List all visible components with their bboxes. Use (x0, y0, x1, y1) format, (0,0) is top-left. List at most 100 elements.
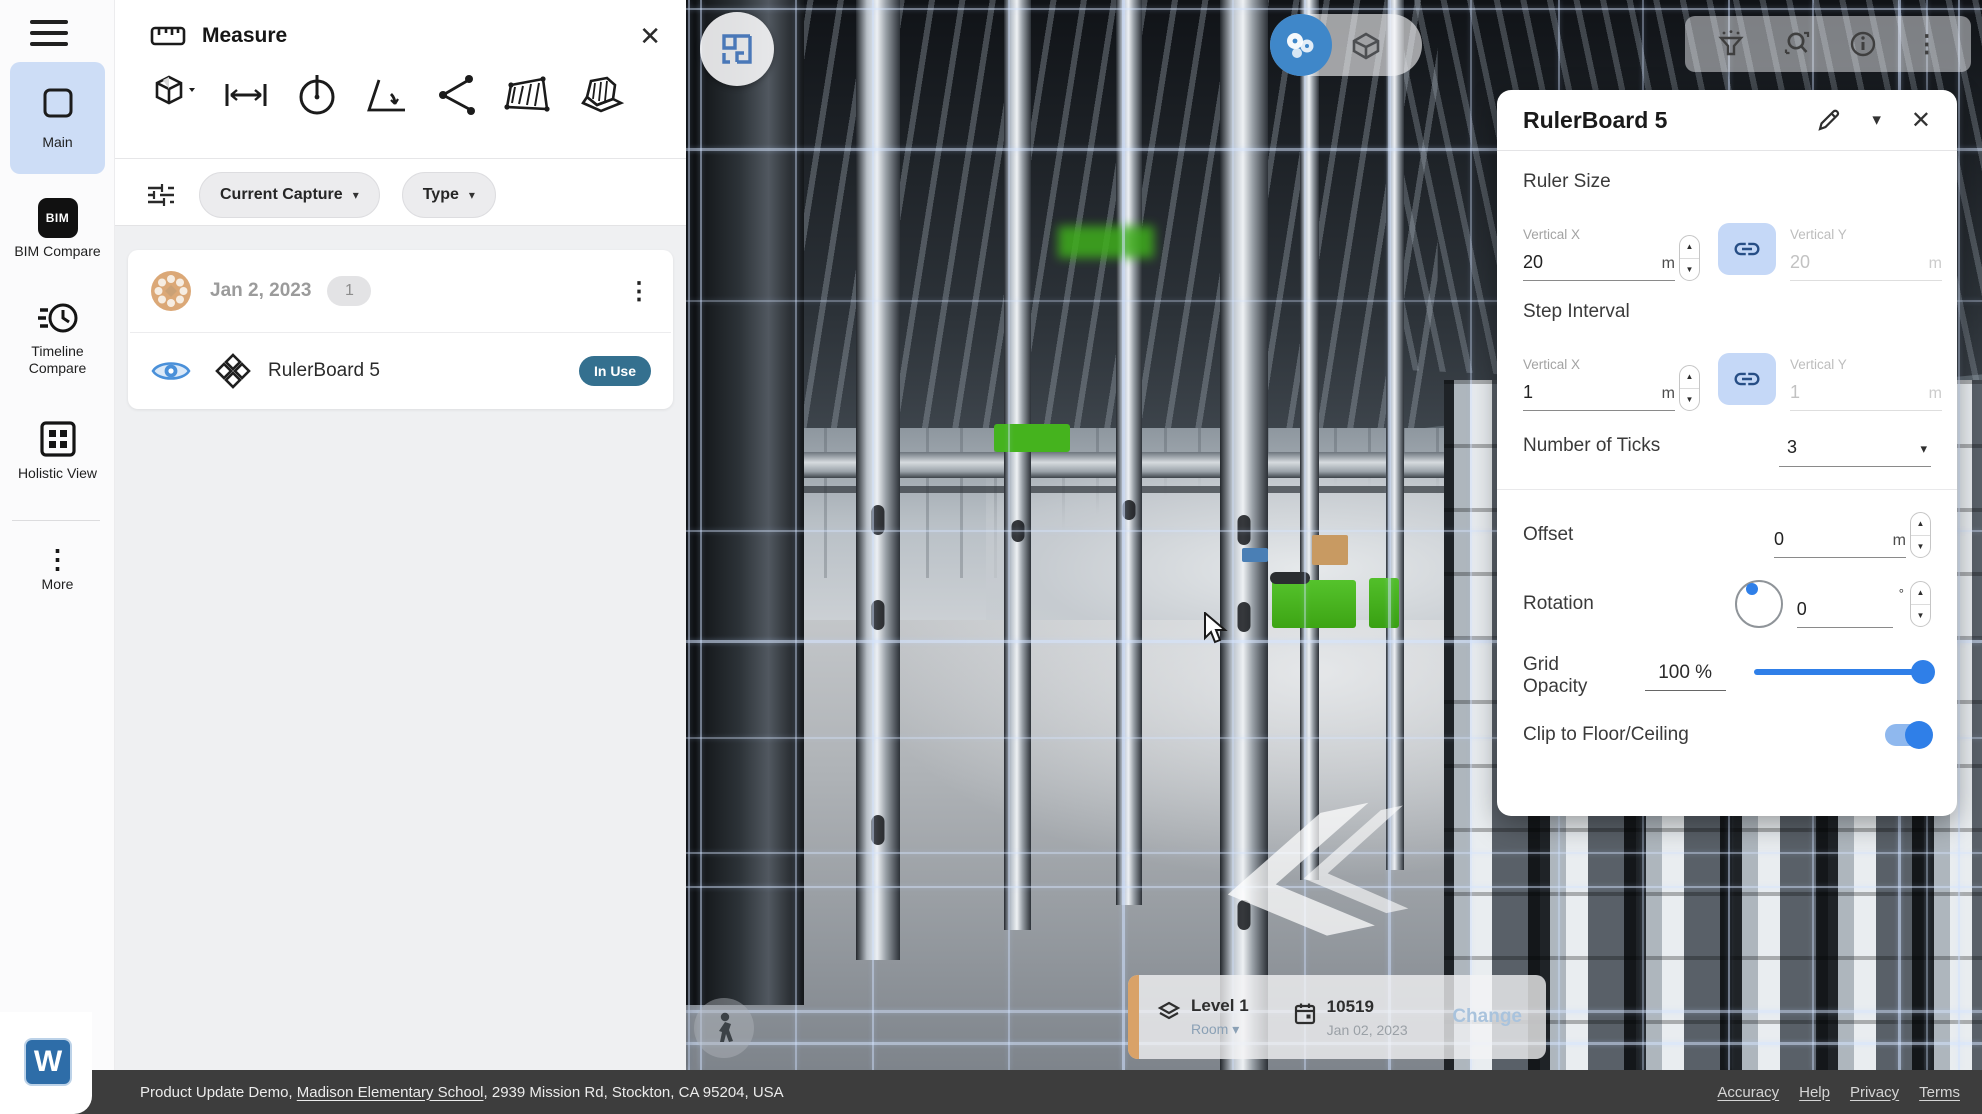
distance-tool-button[interactable] (223, 78, 269, 112)
viewer-360[interactable]: ⋮ Level 1 Room ▾ (686, 0, 1982, 1070)
step-interval-x-input[interactable]: 1 (1523, 382, 1533, 403)
left-nav-sidebar: Main BIM BIM Compare Timeline Compare Ho… (0, 0, 115, 1070)
capture-id[interactable]: 10519 (1327, 997, 1408, 1017)
measurement-count-badge: 1 (327, 276, 371, 306)
privacy-link[interactable]: Privacy (1850, 1084, 1899, 1101)
change-capture-button[interactable]: Change (1452, 1006, 1522, 1028)
search-icon (1782, 29, 1812, 59)
level-name[interactable]: Level 1 (1191, 996, 1249, 1016)
step-interval-x-field[interactable]: Vertical X 1 m (1523, 357, 1675, 411)
chevron-down-icon: ▾ (1232, 1021, 1239, 1037)
grid-opacity-value[interactable]: 100 % (1645, 662, 1726, 691)
link-xy-button[interactable] (1718, 223, 1776, 275)
timeline-clock-icon (36, 298, 80, 338)
close-panel-button[interactable]: ✕ (1911, 106, 1931, 135)
rotation-knob[interactable] (1735, 580, 1783, 628)
viewer-toolbar: ⋮ (1685, 16, 1971, 72)
offset-input[interactable]: 0 m (1774, 529, 1906, 558)
toggle-thumb (1905, 721, 1933, 749)
pencil-icon (1816, 107, 1842, 133)
funnel-icon (1717, 29, 1745, 59)
capture-view-side[interactable] (1270, 14, 1332, 76)
viewer-more-button[interactable]: ⋮ (1915, 30, 1939, 59)
level-selector[interactable]: Level 1 Room ▾ (1157, 996, 1249, 1038)
footer-bar: Product Update Demo, Madison Elementary … (0, 1070, 1982, 1114)
bim-view-side[interactable] (1348, 28, 1384, 62)
more-kebab-icon: ⋮ (0, 548, 115, 571)
capture-date: Jan 02, 2023 (1327, 1022, 1408, 1038)
mouse-cursor (1203, 612, 1229, 646)
measurement-name: RulerBoard 5 (268, 360, 380, 382)
grid-opacity-row: Grid Opacity 100 % (1523, 654, 1931, 698)
school-link[interactable]: Madison Elementary School (297, 1084, 484, 1101)
ticks-select[interactable]: 3 ▾ (1779, 437, 1931, 467)
sidebar-item-timeline-compare[interactable]: Timeline Compare (0, 298, 115, 377)
volume-tool-button[interactable] (577, 73, 625, 117)
rotation-label: Rotation (1523, 593, 1594, 615)
measure-panel-title: Measure (202, 24, 287, 48)
close-measure-panel-button[interactable]: ✕ (639, 23, 661, 49)
floorplan-icon (719, 31, 755, 67)
rotation-stepper[interactable]: ▲ ▼ (1910, 581, 1931, 627)
angle-icon (365, 74, 409, 116)
main-view-icon (40, 85, 76, 121)
help-link[interactable]: Help (1799, 1084, 1830, 1101)
grid-opacity-slider[interactable] (1754, 669, 1931, 675)
tune-filter-icon[interactable] (145, 179, 177, 211)
step-interval-row: Vertical X 1 m ▲ ▼ Vertical Y (1523, 335, 1931, 411)
project-address: Product Update Demo, Madison Elementary … (140, 1084, 784, 1101)
polyline-tool-button[interactable] (435, 73, 477, 117)
angle-tool-button[interactable] (365, 74, 409, 116)
current-capture-filter[interactable]: Current Capture ▾ (199, 172, 380, 218)
offset-stepper[interactable]: ▲ ▼ (1910, 512, 1931, 558)
sidebar-item-bim-compare[interactable]: BIM BIM Compare (0, 198, 115, 260)
accuracy-link[interactable]: Accuracy (1717, 1084, 1779, 1101)
capture-bim-toggle[interactable] (1270, 14, 1422, 76)
ruler-size-x-field[interactable]: Vertical X 20 m (1523, 227, 1675, 281)
bim-cube-icon (1348, 28, 1384, 62)
capture-group-header[interactable]: Jan 2, 2023 1 ⋮ (128, 250, 673, 332)
step-interval-x-stepper[interactable]: ▲ ▼ (1679, 365, 1700, 411)
app-window: ⋮ Level 1 Room ▾ (0, 0, 1982, 1114)
stepper-down-icon: ▼ (1680, 259, 1699, 281)
offset-row: Offset 0 m ▲ ▼ (1523, 512, 1931, 558)
edit-button[interactable] (1816, 107, 1842, 133)
sidebar-item-main[interactable]: Main (10, 62, 105, 174)
link-icon (1732, 364, 1762, 394)
visibility-eye-icon[interactable] (150, 356, 192, 386)
sidebar-item-more[interactable]: ⋮ More (0, 548, 115, 593)
stepper-up-icon: ▲ (1680, 366, 1699, 389)
link-icon (1732, 234, 1762, 264)
area-tool-button[interactable] (503, 75, 551, 115)
sidebar-item-holistic-view[interactable]: Holistic View (0, 418, 115, 482)
rotation-input[interactable]: 0 (1797, 599, 1893, 628)
type-filter[interactable]: Type ▾ (402, 172, 496, 218)
terms-link[interactable]: Terms (1919, 1084, 1960, 1101)
search-zoom-button[interactable] (1782, 29, 1812, 59)
minimap-button[interactable] (700, 12, 774, 86)
cube-axis-tool-button[interactable] (153, 72, 197, 118)
measurement-list-item[interactable]: RulerBoard 5 In Use (128, 333, 673, 409)
ruler-size-heading: Ruler Size (1523, 171, 1931, 193)
filter-captures-button[interactable] (1717, 29, 1745, 59)
slider-thumb[interactable] (1911, 660, 1935, 684)
stepper-up-icon: ▲ (1680, 236, 1699, 259)
group-more-button[interactable]: ⋮ (627, 277, 651, 306)
walk-mode-button[interactable] (694, 998, 754, 1058)
divider (12, 520, 100, 521)
ruler-size-x-stepper[interactable]: ▲ ▼ (1679, 235, 1700, 281)
link-xy-button[interactable] (1718, 353, 1776, 405)
ruler-size-x-input[interactable]: 20 (1523, 252, 1543, 273)
w-logo[interactable]: W (24, 1038, 72, 1086)
clip-toggle[interactable] (1885, 724, 1931, 746)
radius-tool-button[interactable] (295, 73, 339, 117)
capture-spheres-icon (1284, 30, 1318, 60)
hamburger-menu-button[interactable] (30, 20, 68, 48)
info-button[interactable] (1848, 29, 1878, 59)
divider (1497, 489, 1957, 490)
room-selector[interactable]: Room ▾ (1191, 1021, 1249, 1038)
collapse-panel-button[interactable]: ▾ (1872, 110, 1881, 130)
step-interval-y-field: Vertical Y 1 m (1790, 357, 1942, 411)
capture-selector[interactable]: 10519 Jan 02, 2023 (1293, 997, 1408, 1038)
divider (115, 158, 686, 159)
